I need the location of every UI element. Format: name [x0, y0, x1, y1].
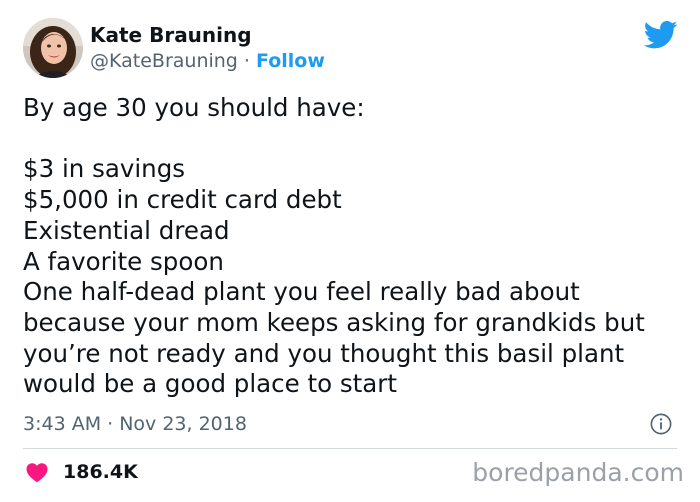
watermark: boredpanda.com [472, 458, 684, 487]
author-name[interactable]: Kate Brauning [90, 22, 252, 48]
author-handle-row: @KateBrauning · Follow [90, 49, 325, 73]
tweet-timestamp[interactable]: 3:43 AM · Nov 23, 2018 [23, 412, 247, 436]
tweet-line: By age 30 you should have: [23, 93, 365, 122]
author-handle[interactable]: @KateBrauning [90, 50, 238, 72]
tweet-line: $3 in savings [23, 154, 186, 184]
twitter-bird-icon[interactable] [644, 20, 678, 50]
divider [23, 448, 677, 449]
tweet-line: A favorite spoon [23, 246, 224, 276]
tweet-text: By age 30 you should have: $3 in savings… [23, 93, 683, 400]
tweet-line: because your mom keeps asking for grandk… [23, 307, 645, 337]
tweet-line: would be a good place to start [23, 369, 397, 399]
handle-separator: · [243, 50, 250, 72]
like-button[interactable]: 186.4K [25, 460, 138, 484]
like-count: 186.4K [63, 461, 138, 483]
tweet-line: you’re not ready and you thought this ba… [23, 338, 625, 368]
tweet-line: One half-dead plant you feel really bad … [23, 277, 580, 307]
tweet-card: Kate Brauning @KateBrauning · Follow By … [0, 0, 700, 502]
follow-button[interactable]: Follow [256, 50, 325, 72]
tweet-line: Existential dread [23, 215, 230, 245]
avatar[interactable] [23, 18, 83, 78]
heart-icon [26, 463, 48, 483]
info-icon[interactable] [650, 413, 672, 435]
avatar-image [23, 18, 83, 78]
tweet-line: $5,000 in credit card debt [23, 185, 342, 215]
